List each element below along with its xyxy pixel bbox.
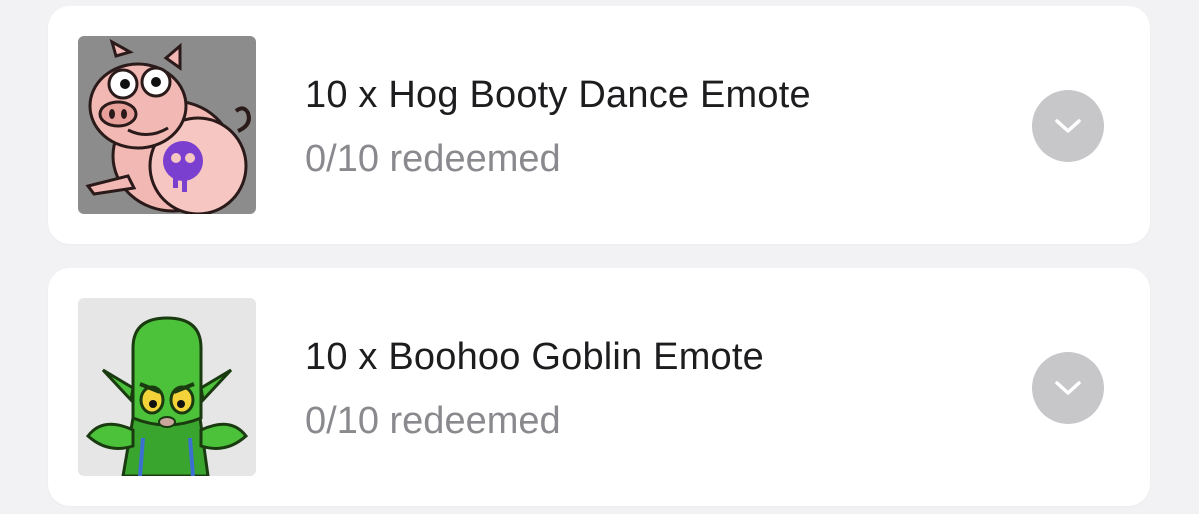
redeemed-count: 0/10 redeemed (305, 400, 561, 442)
redeemed-count: 0/10 redeemed (305, 138, 561, 180)
reward-title: 10 x Boohoo Goblin Emote (305, 336, 764, 378)
expand-button[interactable] (1032, 352, 1104, 424)
boohoo-goblin-emote-icon (78, 298, 256, 476)
reward-card-hog[interactable]: 10 x Hog Booty Dance Emote 0/10 redeemed (48, 6, 1150, 244)
hog-booty-dance-emote-icon (78, 36, 256, 214)
chevron-down-icon (1055, 381, 1081, 395)
chevron-down-icon (1055, 119, 1081, 133)
reward-card-goblin[interactable]: 10 x Boohoo Goblin Emote 0/10 redeemed (48, 268, 1150, 506)
reward-title: 10 x Hog Booty Dance Emote (305, 74, 811, 116)
expand-button[interactable] (1032, 90, 1104, 162)
